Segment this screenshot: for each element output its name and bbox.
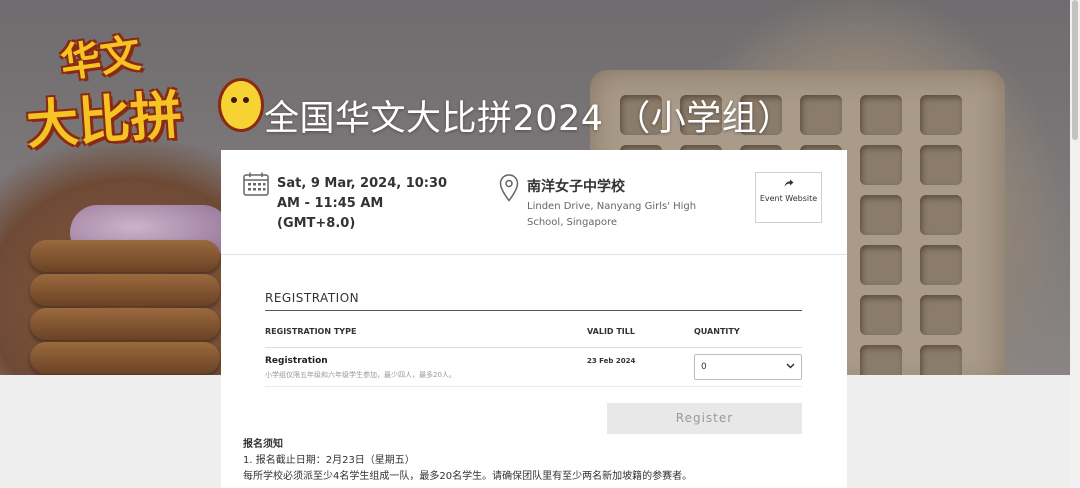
column-header-type: REGISTRATION TYPE [265,327,357,336]
waffle-cell [920,245,962,285]
event-card: Sat, 9 Mar, 2024, 10:30 AM - 11:45 AM (G… [221,150,847,488]
venue-address: Linden Drive, Nanyang Girls' High School… [527,201,697,228]
calendar-icon [243,172,269,196]
page-title: 全国华文大比拼2024 （小学组） [264,99,793,139]
waffle-cell [860,295,902,335]
scrollbar-thumb[interactable] [1072,0,1078,140]
event-website-label: Event Website [759,194,818,203]
notice-line-team-rules: 每所学校必须派至少4名学生组成一队，最多20名学生。请确保团队里有至少两名新加坡… [243,471,693,482]
quantity-value: 0 [701,362,707,372]
waffle-cell [860,95,902,135]
waffle-cell [920,295,962,335]
waffle-cell [920,145,962,185]
waffle-cell [860,245,902,285]
mascot-icon [218,78,264,132]
event-logo: 华文 大比拼 [22,22,264,156]
waffle-layer [30,274,220,306]
waffle-cell [800,95,842,135]
column-header-valid-till: VALID TILL [587,327,635,336]
column-header-quantity: QUANTITY [694,327,740,336]
registration-valid-till: 23 Feb 2024 [587,357,636,365]
waffle-cell [860,195,902,235]
registration-table-header: REGISTRATION TYPE VALID TILL QUANTITY [265,311,802,348]
event-date-time: Sat, 9 Mar, 2024, 10:30 AM - 11:45 AM (G… [277,176,448,231]
event-info: Sat, 9 Mar, 2024, 10:30 AM - 11:45 AM (G… [221,150,847,255]
registration-type-description: 小学组仅限五年级和六年级学生参加，最少四人，最多20人。 [265,371,456,379]
registration-notice: 报名须知 1. 报名截止日期：2月23日（星期五） 每所学校必须派至少4名学生组… [243,437,833,485]
notice-title: 报名须知 [243,439,283,450]
waffle-layer [30,342,220,374]
share-arrow-icon [756,179,821,192]
registration-title: REGISTRATION [265,291,802,311]
register-button[interactable]: Register [607,403,802,434]
waffle-cell [860,345,902,375]
registration-type-name: Registration [265,356,328,366]
notice-line-deadline: 1. 报名截止日期：2月23日（星期五） [243,455,415,466]
venue-name: 南洋女子中学校 [527,179,625,195]
registration-section: REGISTRATION REGISTRATION TYPE VALID TIL… [265,291,802,387]
location-pin-icon [499,174,519,202]
quantity-select[interactable]: 0 [694,354,802,380]
page-scrollbar[interactable] [1070,0,1080,488]
event-website-button[interactable]: Event Website [755,172,822,223]
hero-waffle-stack [30,240,220,375]
waffle-cell [920,345,962,375]
waffle-cell [920,95,962,135]
waffle-layer [30,240,220,272]
waffle-cell [860,145,902,185]
table-row: Registration 小学组仅限五年级和六年级学生参加，最少四人，最多20人… [265,348,802,387]
waffle-cell [920,195,962,235]
waffle-layer [30,308,220,340]
logo-text-bottom: 大比拼 [24,85,185,157]
chevron-down-icon [786,363,795,369]
